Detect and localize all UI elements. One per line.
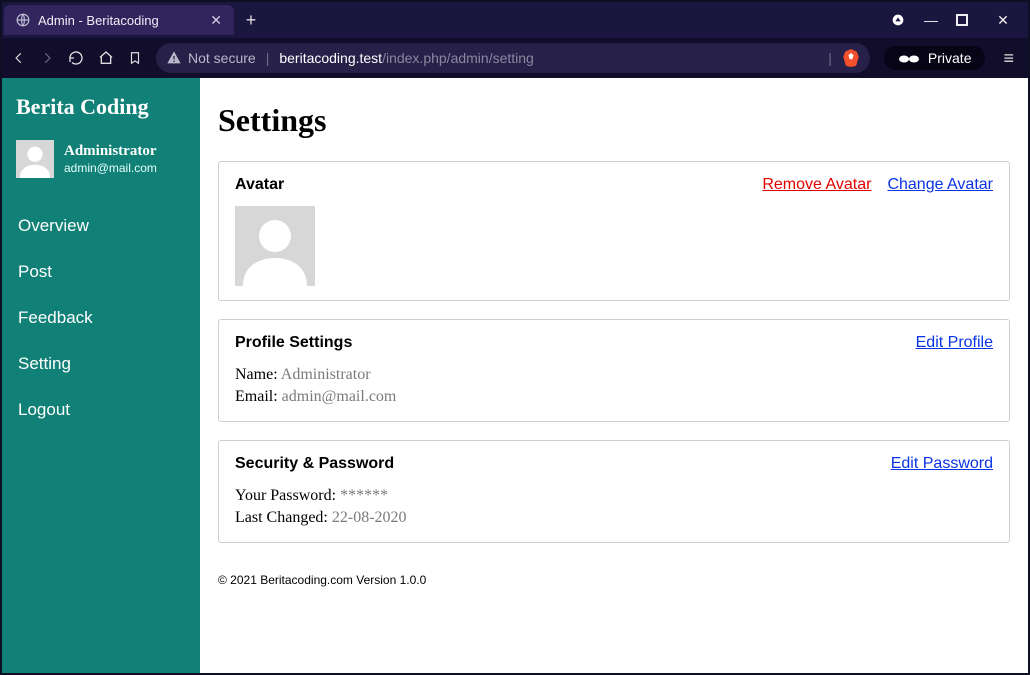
private-label: Private (928, 50, 972, 66)
profile-email-value: admin@mail.com (282, 388, 397, 405)
last-changed-row: Last Changed: 22-08-2020 (235, 507, 993, 529)
sidebar-user-email: admin@mail.com (64, 161, 157, 176)
sidebar-item-overview[interactable]: Overview (16, 206, 186, 246)
edit-profile-link[interactable]: Edit Profile (916, 334, 993, 352)
remove-avatar-link[interactable]: Remove Avatar (762, 176, 871, 194)
profile-email-label: Email: (235, 388, 278, 405)
tab-title: Admin - Beritacoding (38, 13, 202, 28)
new-tab-button[interactable]: + (238, 7, 264, 33)
avatar-card: Avatar Remove Avatar Change Avatar (218, 161, 1010, 301)
profile-name-label: Name: (235, 366, 278, 383)
main-content: Settings Avatar Remove Avatar Change Ava… (200, 78, 1028, 673)
last-changed-value: 22-08-2020 (332, 509, 407, 526)
password-row: Your Password: ****** (235, 485, 993, 507)
profile-name-row: Name: Administrator (235, 364, 993, 386)
brave-logo-icon[interactable] (842, 49, 860, 67)
last-changed-label: Last Changed: (235, 509, 328, 526)
forward-button[interactable] (40, 51, 54, 65)
sidebar-item-logout[interactable]: Logout (16, 390, 186, 430)
edit-password-link[interactable]: Edit Password (891, 455, 993, 473)
private-indicator[interactable]: Private (884, 46, 986, 70)
password-value: ****** (340, 487, 388, 504)
avatar-icon (16, 140, 54, 178)
avatar-preview (235, 206, 315, 286)
address-bar[interactable]: Not secure | beritacoding.test/index.php… (156, 43, 870, 73)
not-secure-label: Not secure (188, 50, 256, 66)
minimize-window-button[interactable]: — (920, 12, 942, 28)
security-card: Security & Password Edit Password Your P… (218, 440, 1010, 543)
sidebar: Berita Coding Administrator admin@mail.c… (2, 78, 200, 673)
profile-card: Profile Settings Edit Profile Name: Admi… (218, 319, 1010, 422)
sidebar-item-setting[interactable]: Setting (16, 344, 186, 384)
password-label: Your Password: (235, 487, 336, 504)
sidebar-user: Administrator admin@mail.com (16, 140, 186, 178)
page-title: Settings (218, 102, 1010, 139)
security-card-title: Security & Password (235, 455, 394, 473)
globe-icon (16, 13, 30, 27)
sidebar-nav: Overview Post Feedback Setting Logout (16, 206, 186, 430)
maximize-window-button[interactable] (956, 14, 978, 26)
url-text: beritacoding.test/index.php/admin/settin… (279, 50, 534, 66)
avatar-card-title: Avatar (235, 176, 284, 194)
not-secure-icon (166, 50, 182, 66)
back-button[interactable] (12, 51, 26, 65)
change-avatar-link[interactable]: Change Avatar (887, 176, 993, 194)
brand-title: Berita Coding (16, 94, 186, 120)
menu-button[interactable]: ≡ (999, 48, 1018, 69)
sidebar-item-feedback[interactable]: Feedback (16, 298, 186, 338)
reload-button[interactable] (68, 50, 84, 66)
profile-email-row: Email: admin@mail.com (235, 386, 993, 408)
bookmark-button[interactable] (128, 50, 142, 66)
footer-text: © 2021 Beritacoding.com Version 1.0.0 (218, 573, 1010, 587)
close-tab-icon[interactable]: ✕ (210, 12, 222, 29)
browser-chrome: Admin - Beritacoding ✕ + — ✕ (2, 2, 1028, 78)
profile-name-value: Administrator (281, 366, 371, 383)
sidebar-item-post[interactable]: Post (16, 252, 186, 292)
brave-shields-icon[interactable] (890, 12, 906, 28)
sidebar-user-name: Administrator (64, 142, 157, 161)
browser-tab[interactable]: Admin - Beritacoding ✕ (4, 5, 234, 35)
close-window-button[interactable]: ✕ (992, 12, 1014, 29)
home-button[interactable] (98, 50, 114, 66)
profile-card-title: Profile Settings (235, 334, 352, 352)
private-glasses-icon (898, 52, 920, 64)
